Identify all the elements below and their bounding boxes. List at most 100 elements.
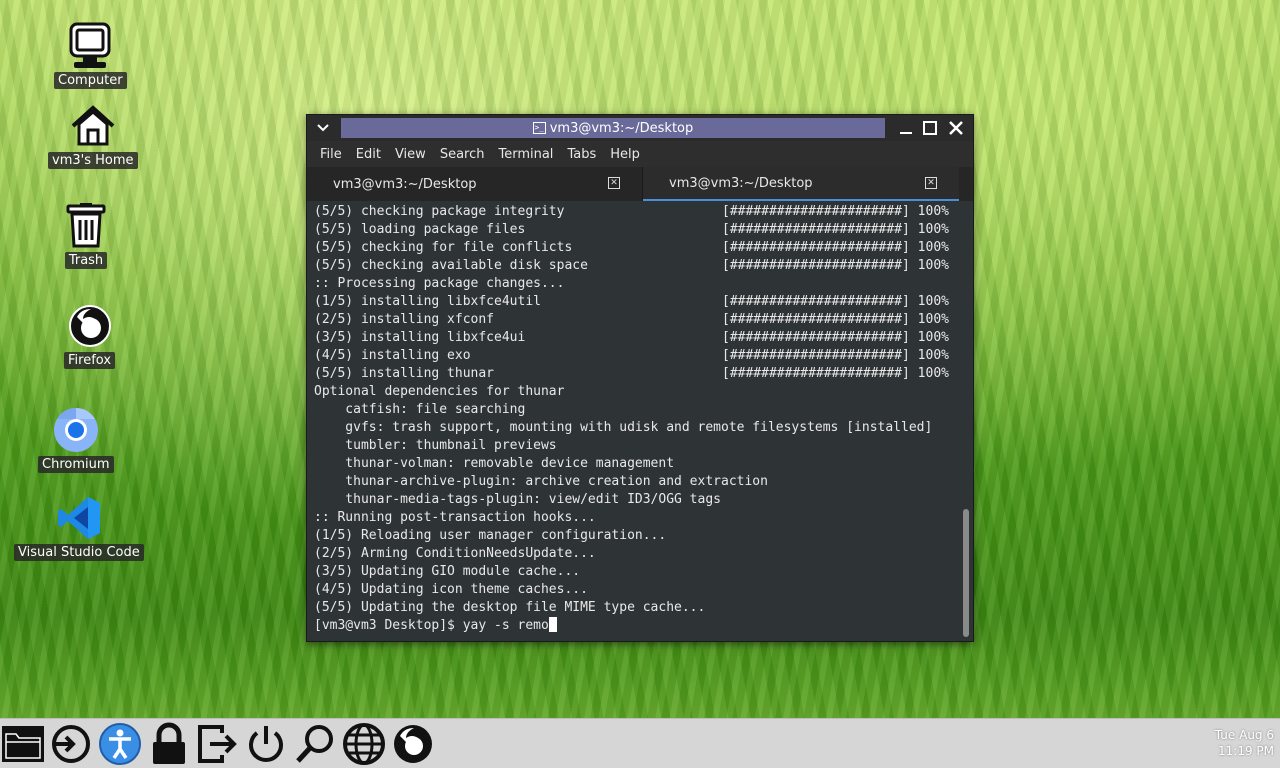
terminal-line: gvfs: trash support, mounting with udisk…	[314, 419, 959, 437]
terminal-line: (2/5) Arming ConditionNeedsUpdate...	[314, 545, 959, 563]
close-button[interactable]	[945, 117, 967, 139]
logout-icon	[52, 725, 90, 763]
terminal-line: (4/5) Updating icon theme caches...	[314, 581, 959, 599]
terminal-prompt: [vm3@vm3 Desktop]$	[314, 618, 463, 633]
terminal-line-text: (4/5) Updating icon theme caches...	[314, 582, 588, 597]
terminal-line: tumbler: thumbnail previews	[314, 437, 959, 455]
terminal-line: :: Processing package changes...	[314, 275, 959, 293]
terminal-line-text: (2/5) installing xfconf	[314, 312, 495, 327]
terminal-line-text: thunar-volman: removable device manageme…	[314, 456, 675, 471]
power-icon	[249, 726, 283, 762]
terminal-line-text: (5/5) checking package integrity	[314, 204, 565, 219]
terminal-line-text: gvfs: trash support, mounting with udisk…	[314, 420, 933, 435]
file-manager-icon	[2, 726, 44, 762]
terminal-output[interactable]: (5/5) checking package integrity [#######…	[307, 203, 959, 641]
clock-date: Tue Aug 6	[1214, 728, 1274, 742]
terminal-line-text: :: Processing package changes...	[314, 276, 565, 291]
power-button[interactable]	[243, 721, 289, 767]
progress-bar-text: [######################] 100%	[722, 330, 949, 345]
clock[interactable]: Tue Aug 6 11:19 PM	[1215, 727, 1274, 759]
terminal-line-text: (3/5) installing libxfce4ui	[314, 330, 526, 345]
progress-bar-text: [######################] 100%	[722, 312, 949, 327]
accessibility-icon	[99, 723, 141, 765]
terminal-line-text: (5/5) loading package files	[314, 222, 526, 237]
logout-button[interactable]	[48, 721, 94, 767]
firefox-launcher-button[interactable]	[390, 721, 436, 767]
desktop-icon-chromium[interactable]: Chromium	[38, 406, 114, 473]
home-icon	[69, 102, 117, 150]
accessibility-button[interactable]	[97, 721, 143, 767]
progress-bar-text: [######################] 100%	[722, 240, 949, 255]
window-titlebar[interactable]: >_ vm3@vm3:~/Desktop	[307, 115, 973, 141]
progress-bar-text: [######################] 100%	[722, 294, 949, 309]
menu-help[interactable]: Help	[603, 147, 647, 162]
web-browser-icon	[343, 723, 385, 765]
terminal-line: (3/5) Updating GIO module cache...	[314, 563, 959, 581]
desktop-icon-trash[interactable]: Trash	[62, 202, 110, 269]
terminal-line: Optional dependencies for thunar	[314, 383, 959, 401]
tab-bar: vm3@vm3:~/Desktop ✕ vm3@vm3:~/Desktop ✕	[307, 167, 973, 201]
window-title-text: vm3@vm3:~/Desktop	[549, 120, 694, 136]
terminal-line: (5/5) loading package files [############…	[314, 221, 959, 239]
terminal-prompt-line[interactable]: [vm3@vm3 Desktop]$ yay -s remo	[314, 617, 959, 635]
terminal-line-text: (5/5) checking available disk space	[314, 258, 588, 273]
terminal-line-text: (3/5) Updating GIO module cache...	[314, 564, 581, 579]
terminal-command-input[interactable]: yay -s remo	[463, 618, 549, 633]
minimize-button[interactable]	[895, 117, 917, 139]
terminal-line: (5/5) Updating the desktop file MIME typ…	[314, 599, 959, 617]
desktop-icon-label: Visual Studio Code	[14, 544, 144, 561]
desktop-icon-label: Chromium	[38, 456, 114, 473]
tab-label: vm3@vm3:~/Desktop	[333, 176, 477, 192]
terminal-window[interactable]: >_ vm3@vm3:~/Desktop File Edit View Sear…	[306, 114, 974, 642]
terminal-line: thunar-volman: removable device manageme…	[314, 455, 959, 473]
maximize-button[interactable]	[919, 117, 941, 139]
terminal-line: thunar-media-tags-plugin: view/edit ID3/…	[314, 491, 959, 509]
desktop-icon-vscode[interactable]: Visual Studio Code	[14, 494, 144, 561]
menu-tabs[interactable]: Tabs	[560, 147, 603, 162]
close-icon[interactable]: ✕	[608, 177, 620, 189]
terminal-scrollbar[interactable]	[962, 203, 970, 637]
desktop-icon-computer[interactable]: Computer	[54, 22, 127, 89]
lock-button[interactable]	[146, 721, 192, 767]
terminal-line: (5/5) installing thunar [################…	[314, 365, 959, 383]
maximize-icon	[923, 121, 937, 135]
minimize-icon	[900, 132, 912, 134]
trash-icon	[62, 202, 110, 250]
menu-file[interactable]: File	[313, 147, 349, 162]
terminal-line: thunar-archive-plugin: archive creation …	[314, 473, 959, 491]
terminal-line: catfish: file searching	[314, 401, 959, 419]
tab-label: vm3@vm3:~/Desktop	[669, 175, 813, 191]
menu-edit[interactable]: Edit	[349, 147, 388, 162]
terminal-line: (5/5) checking package integrity [#######…	[314, 203, 959, 221]
close-icon	[949, 121, 963, 135]
taskbar: Tue Aug 6 11:19 PM	[0, 718, 1280, 768]
file-manager-button[interactable]	[0, 721, 46, 767]
menu-search[interactable]: Search	[433, 147, 492, 162]
desktop-icon-label: vm3's Home	[48, 152, 138, 169]
terminal-line-text: catfish: file searching	[314, 402, 526, 417]
menu-bar: File Edit View Search Terminal Tabs Help	[307, 141, 973, 167]
exit-button[interactable]	[194, 721, 240, 767]
text-cursor	[548, 617, 557, 632]
close-icon[interactable]: ✕	[925, 177, 937, 189]
menu-view[interactable]: View	[388, 147, 433, 162]
desktop-icon-label: Firefox	[64, 352, 116, 369]
search-button[interactable]	[292, 721, 338, 767]
tab-terminal-1[interactable]: vm3@vm3:~/Desktop ✕	[307, 167, 643, 201]
terminal-line: (2/5) installing xfconf [################…	[314, 311, 959, 329]
window-menu-button[interactable]	[307, 115, 339, 141]
lock-icon	[153, 722, 185, 764]
terminal-line-text: (2/5) Arming ConditionNeedsUpdate...	[314, 546, 596, 561]
menu-terminal[interactable]: Terminal	[491, 147, 560, 162]
terminal-line-text: (1/5) Reloading user manager configurati…	[314, 528, 667, 543]
terminal-line: (3/5) installing libxfce4ui [############…	[314, 329, 959, 347]
terminal-line-text: (1/5) installing libxfce4util	[314, 294, 541, 309]
web-browser-button[interactable]	[341, 721, 387, 767]
desktop-icon-home[interactable]: vm3's Home	[48, 102, 138, 169]
desktop-icon-firefox[interactable]: Firefox	[64, 302, 116, 369]
chevron-down-icon	[317, 121, 329, 135]
tab-terminal-2[interactable]: vm3@vm3:~/Desktop ✕	[643, 167, 959, 201]
desktop-icon-label: Trash	[64, 252, 108, 269]
desktop-icon-label: Computer	[54, 72, 127, 89]
scrollbar-thumb[interactable]	[963, 509, 969, 637]
